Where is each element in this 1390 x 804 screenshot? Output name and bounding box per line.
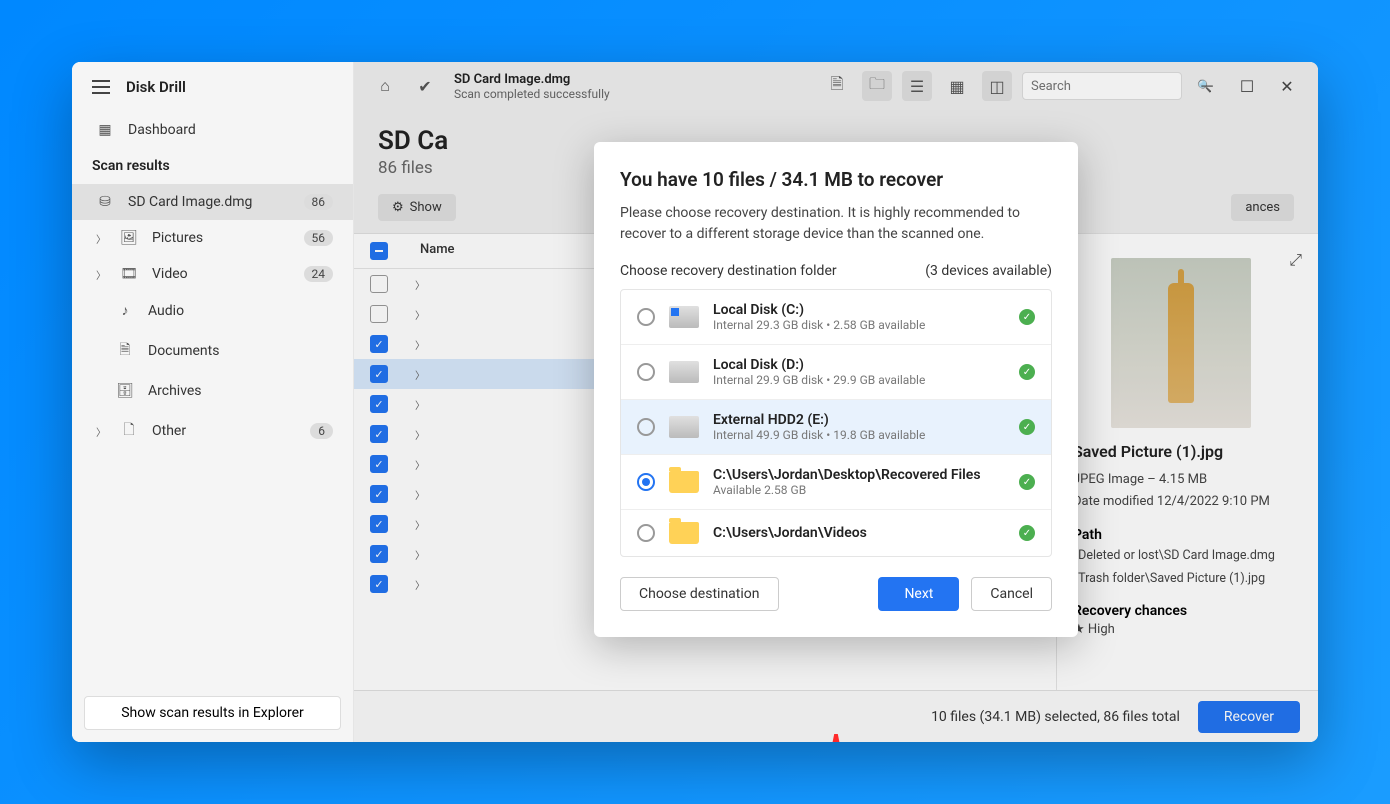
sidebar-item-documents[interactable]: 🗎 Documents xyxy=(72,329,353,373)
sidebar-item-audio[interactable]: ♪ Audio xyxy=(72,292,353,329)
drive-icon xyxy=(669,361,699,383)
sidebar-item-label: Dashboard xyxy=(128,122,196,138)
destination-header: Choose recovery destination folder (3 de… xyxy=(620,263,1052,279)
destination-radio[interactable] xyxy=(637,418,655,436)
pictures-icon: 🖼 xyxy=(120,230,138,246)
arrow-annotation xyxy=(826,734,846,742)
destination-name: Local Disk (C:) xyxy=(713,302,1005,318)
destination-sub: Internal 49.9 GB disk • 19.8 GB availabl… xyxy=(713,428,1005,442)
sidebar-item-label: Audio xyxy=(148,303,184,319)
sidebar-item-label: Pictures xyxy=(152,230,203,246)
video-icon: 🎞 xyxy=(120,266,138,282)
count-badge: 24 xyxy=(304,266,334,282)
sidebar-section-scan-results: Scan results xyxy=(72,148,353,184)
sidebar-item-archives[interactable]: 🗄 Archives xyxy=(72,373,353,409)
modal-description: Please choose recovery destination. It i… xyxy=(620,203,1052,245)
modal-title: You have 10 files / 34.1 MB to recover xyxy=(620,168,1052,191)
destination-radio[interactable] xyxy=(637,308,655,326)
sidebar-item-label: SD Card Image.dmg xyxy=(128,194,252,210)
destination-sub: Internal 29.9 GB disk • 29.9 GB availabl… xyxy=(713,373,1005,387)
audio-icon: ♪ xyxy=(116,302,134,319)
sidebar-item-label: Other xyxy=(152,423,186,439)
destination-sub: Available 2.58 GB xyxy=(713,483,1005,497)
destination-item[interactable]: External HDD2 (E:)Internal 49.9 GB disk … xyxy=(621,400,1051,455)
chevron-right-icon: 〉 xyxy=(96,424,106,439)
check-icon: ✓ xyxy=(1019,525,1035,541)
sidebar-item-sd-card[interactable]: ⛁ SD Card Image.dmg 86 xyxy=(72,184,353,220)
count-badge: 56 xyxy=(304,230,334,246)
destination-item[interactable]: Local Disk (C:)Internal 29.3 GB disk • 2… xyxy=(621,290,1051,345)
destination-radio[interactable] xyxy=(637,363,655,381)
destination-radio[interactable] xyxy=(637,524,655,542)
chevron-right-icon: 〉 xyxy=(96,267,106,282)
destination-radio[interactable] xyxy=(637,473,655,491)
sidebar: Disk Drill ▦ Dashboard Scan results ⛁ SD… xyxy=(72,62,354,742)
devices-available: (3 devices available) xyxy=(925,263,1052,279)
drive-icon xyxy=(669,416,699,438)
destination-sub: Internal 29.3 GB disk • 2.58 GB availabl… xyxy=(713,318,1005,332)
modal-backdrop: You have 10 files / 34.1 MB to recover P… xyxy=(354,62,1318,742)
count-badge: 6 xyxy=(310,423,333,439)
show-in-explorer-button[interactable]: Show scan results in Explorer xyxy=(84,696,341,730)
sidebar-item-video[interactable]: 〉 🎞 Video 24 xyxy=(72,256,353,292)
sidebar-footer: Show scan results in Explorer xyxy=(72,684,353,742)
modal-actions: Choose destination Next Cancel xyxy=(620,577,1052,611)
app-window: Disk Drill ▦ Dashboard Scan results ⛁ SD… xyxy=(72,62,1318,742)
destination-name: External HDD2 (E:) xyxy=(713,412,1005,428)
document-icon: 🗎 xyxy=(116,339,134,363)
sidebar-item-label: Documents xyxy=(148,343,219,359)
sidebar-item-label: Video xyxy=(152,266,188,282)
destination-item[interactable]: C:\Users\Jordan\Desktop\Recovered FilesA… xyxy=(621,455,1051,510)
check-icon: ✓ xyxy=(1019,309,1035,325)
destination-name: Local Disk (D:) xyxy=(713,357,1005,373)
sidebar-item-other[interactable]: 〉 🗋 Other 6 xyxy=(72,409,353,453)
chevron-right-icon: 〉 xyxy=(96,231,106,246)
next-button[interactable]: Next xyxy=(878,577,959,611)
check-icon: ✓ xyxy=(1019,364,1035,380)
sidebar-item-pictures[interactable]: 〉 🖼 Pictures 56 xyxy=(72,220,353,256)
app-title: Disk Drill xyxy=(126,78,186,96)
cancel-button[interactable]: Cancel xyxy=(971,577,1052,611)
choose-label: Choose recovery destination folder xyxy=(620,263,837,279)
recovery-destination-modal: You have 10 files / 34.1 MB to recover P… xyxy=(594,142,1078,637)
drive-icon xyxy=(669,306,699,328)
disk-icon: ⛁ xyxy=(96,194,114,210)
sidebar-dashboard[interactable]: ▦ Dashboard xyxy=(72,112,353,148)
destination-item[interactable]: Local Disk (D:)Internal 29.9 GB disk • 2… xyxy=(621,345,1051,400)
dashboard-icon: ▦ xyxy=(96,122,114,138)
check-icon: ✓ xyxy=(1019,419,1035,435)
folder-icon xyxy=(669,471,699,493)
folder-icon xyxy=(669,522,699,544)
destination-name: C:\Users\Jordan\Desktop\Recovered Files xyxy=(713,467,1005,483)
sidebar-header: Disk Drill xyxy=(72,62,353,112)
count-badge: 86 xyxy=(304,194,334,210)
sidebar-item-label: Archives xyxy=(148,383,202,399)
main-panel: ⌂ ✔ SD Card Image.dmg Scan completed suc… xyxy=(354,62,1318,742)
destination-item[interactable]: C:\Users\Jordan\Videos ✓ xyxy=(621,510,1051,556)
archive-icon: 🗄 xyxy=(116,383,134,399)
other-icon: 🗋 xyxy=(120,419,138,443)
check-icon: ✓ xyxy=(1019,474,1035,490)
menu-icon[interactable] xyxy=(92,80,110,94)
destination-name: C:\Users\Jordan\Videos xyxy=(713,525,1005,541)
destination-list: Local Disk (C:)Internal 29.3 GB disk • 2… xyxy=(620,289,1052,557)
choose-destination-button[interactable]: Choose destination xyxy=(620,577,779,611)
